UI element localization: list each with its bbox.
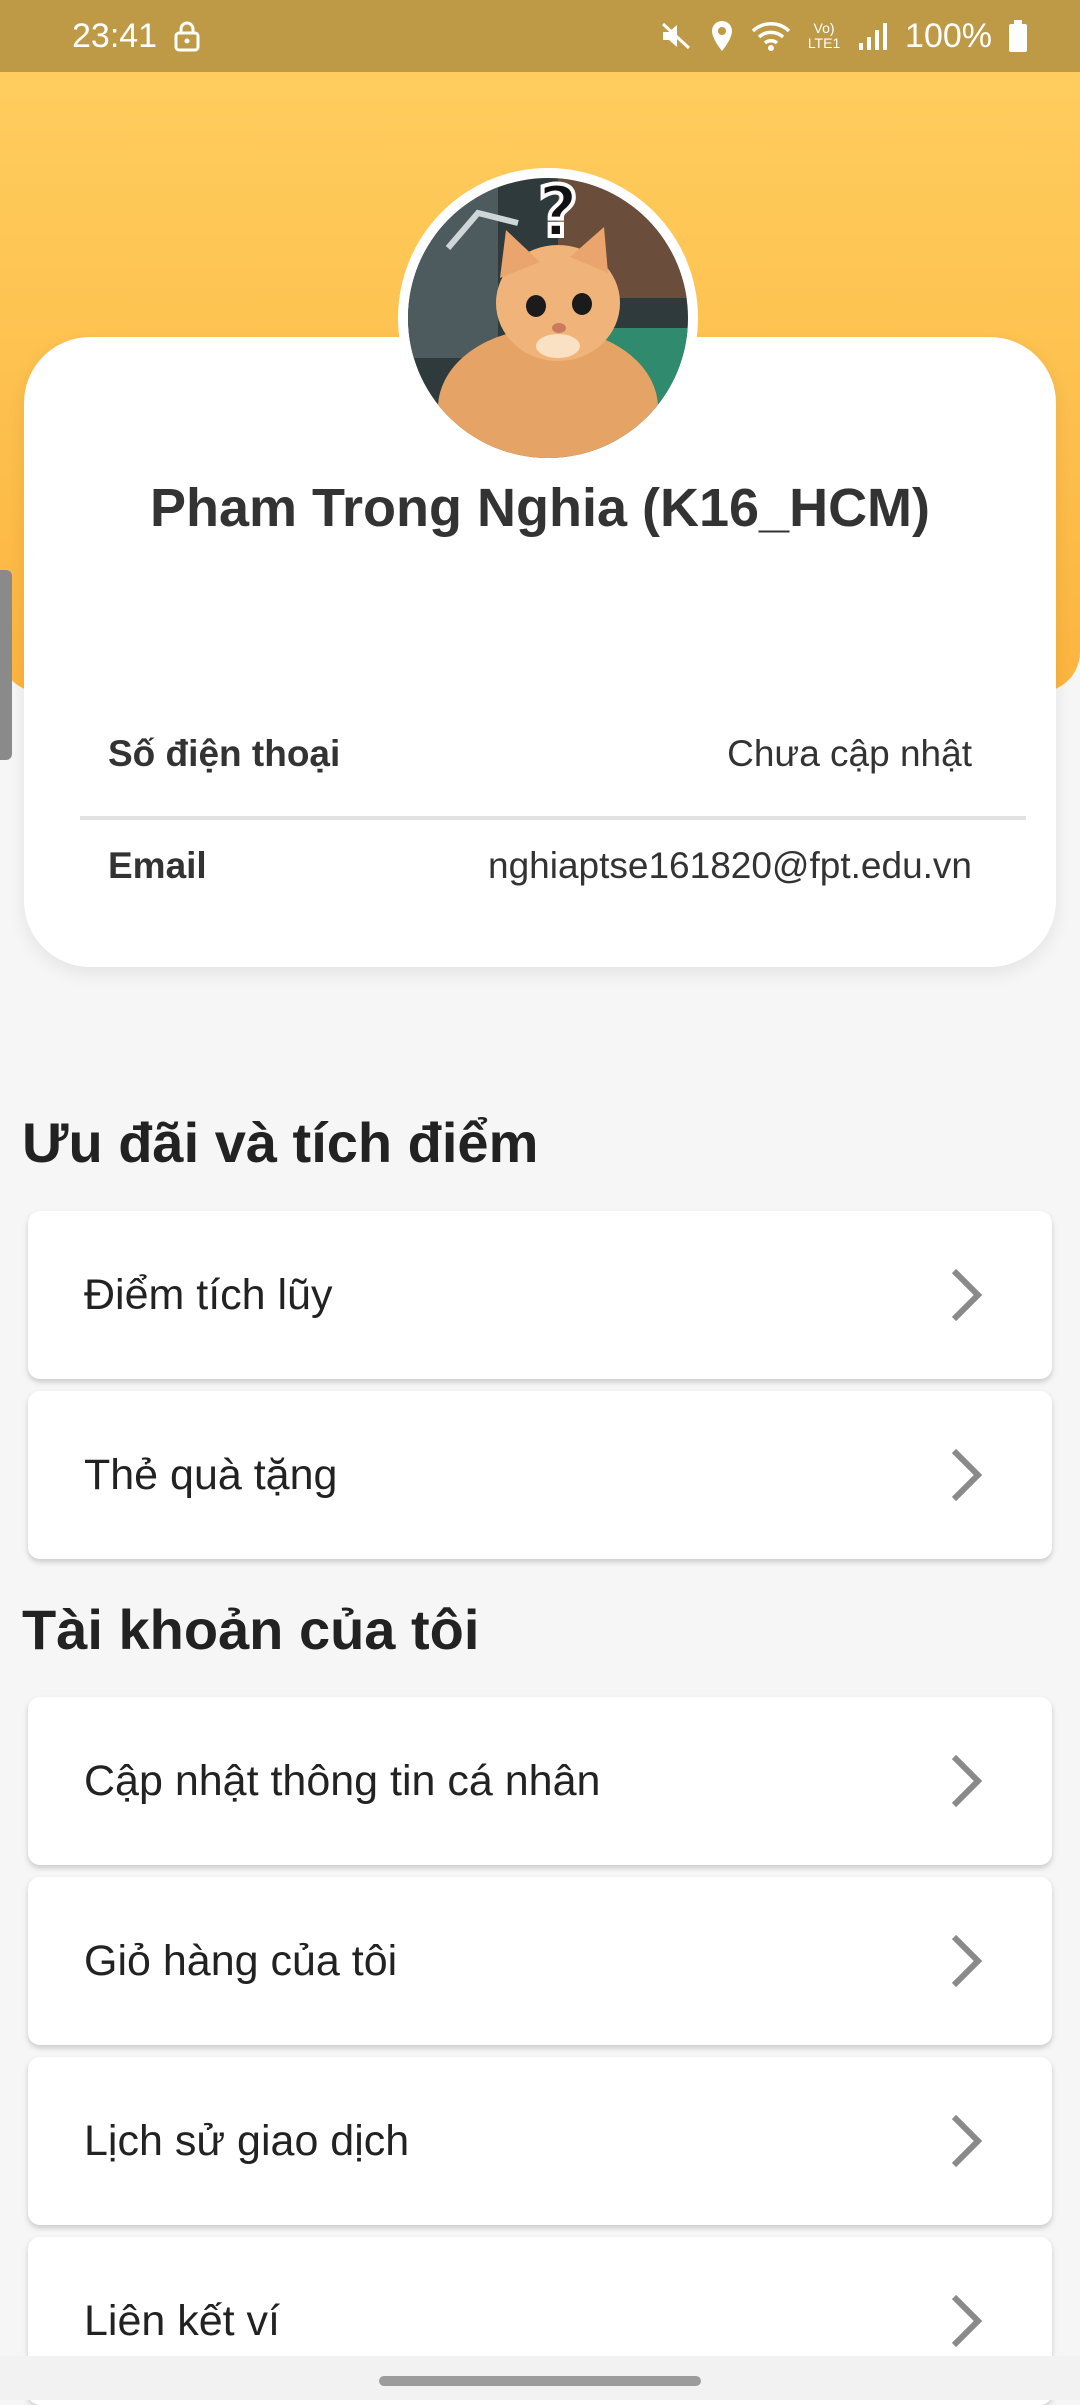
chevron-right-icon [951, 1934, 983, 1988]
status-time: 23:41 [72, 16, 158, 55]
section-title-rewards: Ưu đãi và tích điểm [22, 1111, 539, 1174]
menu-item-points[interactable]: Điểm tích lũy [28, 1211, 1052, 1379]
chevron-right-icon [951, 1754, 983, 1808]
chevron-right-icon [951, 2294, 983, 2348]
home-gesture-handle[interactable] [379, 2376, 701, 2386]
email-value: nghiaptse161820@fpt.edu.vn [488, 845, 972, 886]
menu-item-label: Cập nhật thông tin cá nhân [84, 1756, 601, 1805]
email-row: Email nghiaptse161820@fpt.edu.vn [80, 845, 1000, 887]
menu-item-label: Giỏ hàng của tôi [84, 1936, 398, 1985]
network-type: Vo) LTE1 [807, 20, 841, 51]
phone-row: Số điện thoại Chưa cập nhật [80, 733, 1000, 775]
avatar[interactable]: ? [398, 168, 698, 468]
battery-icon [1008, 19, 1028, 53]
menu-item-history[interactable]: Lịch sử giao dịch [28, 2057, 1052, 2225]
menu-item-label: Liên kết ví [84, 2296, 280, 2345]
menu-item-label: Điểm tích lũy [84, 1270, 333, 1319]
profile-name: Pham Trong Nghia (K16_HCM) [149, 478, 931, 538]
location-icon [709, 19, 735, 53]
menu-item-gift-card[interactable]: Thẻ quà tặng [28, 1391, 1052, 1559]
wifi-icon [751, 20, 791, 52]
phone-label: Số điện thoại [108, 733, 341, 774]
phone-value: Chưa cập nhật [727, 733, 972, 774]
cat-avatar-image: ? [408, 178, 688, 458]
chevron-right-icon [951, 1448, 983, 1502]
section-title-account: Tài khoản của tôi [22, 1598, 480, 1661]
chevron-right-icon [951, 2114, 983, 2168]
menu-item-label: Thẻ quà tặng [84, 1450, 338, 1499]
edge-panel-handle[interactable] [0, 570, 12, 760]
chevron-right-icon [951, 1268, 983, 1322]
status-bar: 23:41 Vo) LTE1 100% [0, 0, 1080, 72]
signal-icon [857, 21, 889, 51]
divider [80, 816, 1026, 820]
email-label: Email [108, 845, 207, 886]
mute-icon [659, 20, 693, 52]
menu-item-cart[interactable]: Giỏ hàng của tôi [28, 1877, 1052, 2045]
lock-icon [173, 20, 201, 52]
svg-text:?: ? [538, 178, 579, 253]
menu-item-update-info[interactable]: Cập nhật thông tin cá nhân [28, 1697, 1052, 1865]
battery-level: 100% [905, 16, 992, 55]
menu-item-label: Lịch sử giao dịch [84, 2116, 410, 2165]
